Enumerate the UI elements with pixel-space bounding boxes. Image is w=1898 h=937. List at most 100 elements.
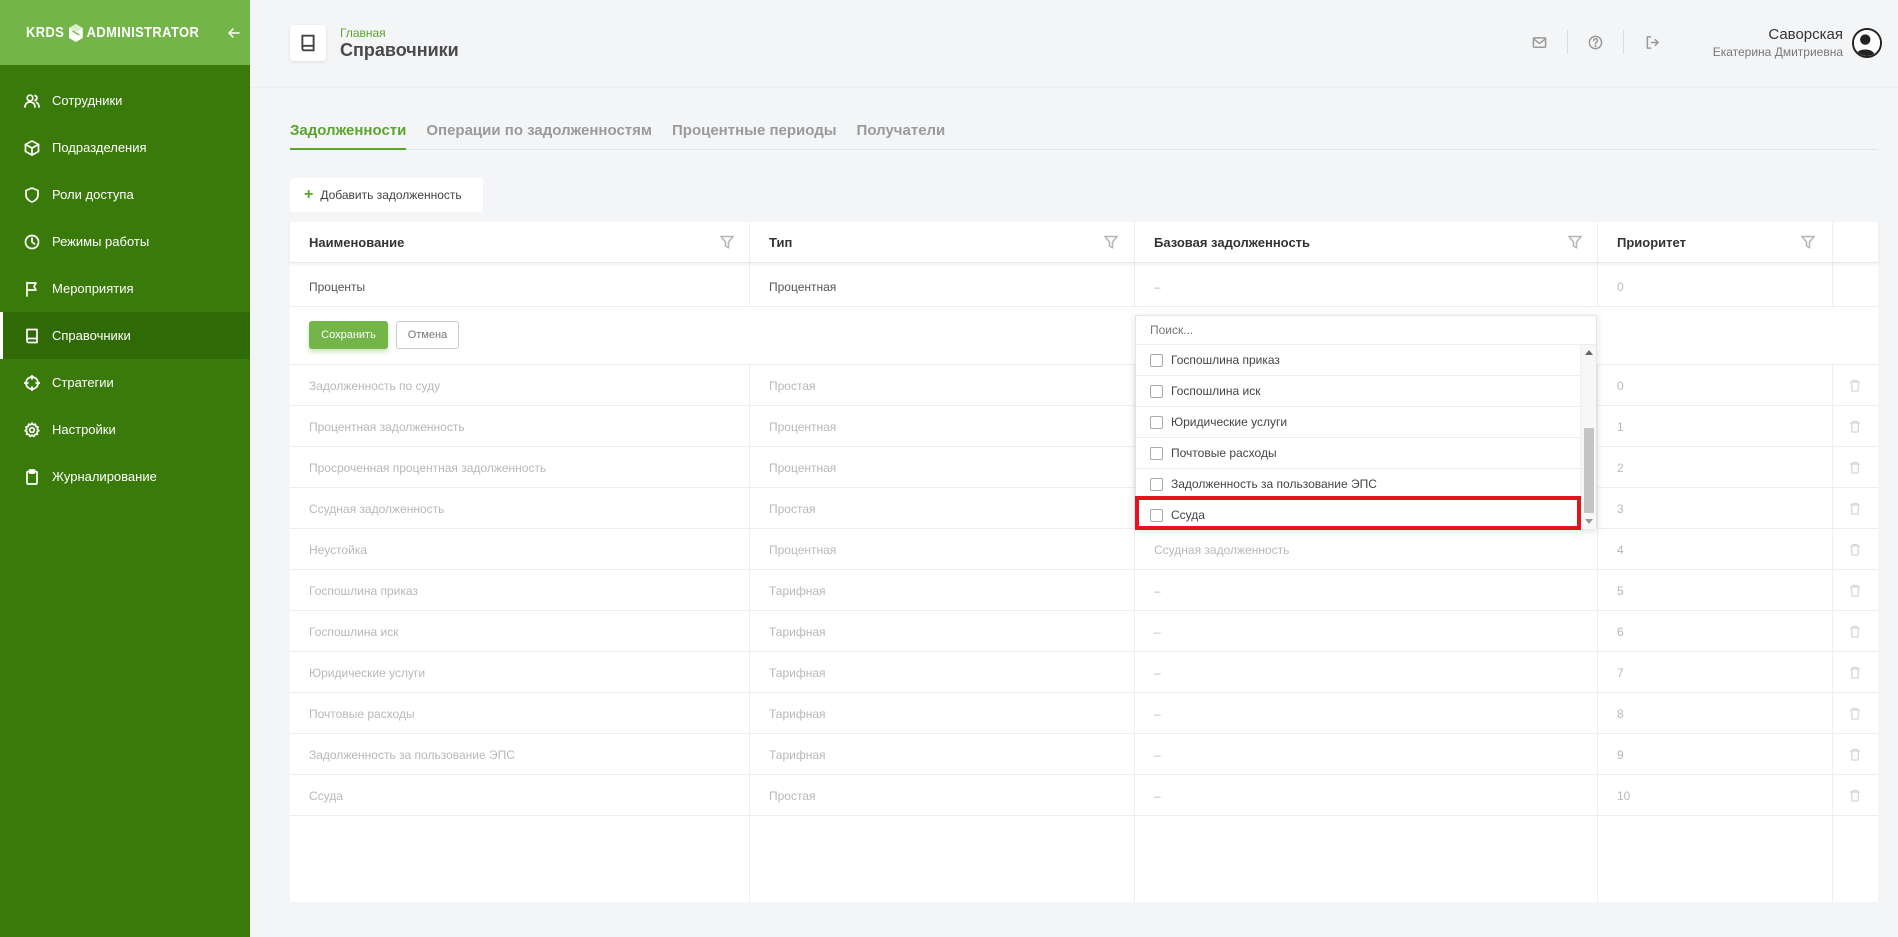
- filter-icon[interactable]: [1800, 235, 1816, 249]
- avatar[interactable]: [1852, 28, 1882, 58]
- user-last-name: Саворская: [1768, 26, 1843, 43]
- scroll-thumb[interactable]: [1584, 428, 1594, 513]
- cell-type: Процентная: [769, 419, 837, 434]
- box-icon: [24, 139, 40, 156]
- table-row[interactable]: Ссуда Простая – 10: [290, 775, 1878, 816]
- dropdown-option[interactable]: Юридические услуги: [1136, 407, 1580, 438]
- sidebar-item-work-modes[interactable]: Режимы работы: [0, 218, 250, 265]
- column-header-base-debt: Базовая задолженность: [1154, 235, 1311, 250]
- tab-debts[interactable]: Задолженности: [290, 118, 407, 150]
- table-row[interactable]: Почтовые расходы Тарифная – 8: [290, 693, 1878, 734]
- sidebar-item-directories[interactable]: Справочники: [0, 312, 250, 359]
- dropdown-option[interactable]: Задолженность за пользование ЭПС: [1136, 469, 1580, 500]
- dropdown-option[interactable]: Почтовые расходы: [1136, 438, 1580, 469]
- help-button[interactable]: [1568, 30, 1624, 54]
- sidebar-item-access-roles[interactable]: Роли доступа: [0, 171, 250, 218]
- cell-priority: 6: [1617, 624, 1624, 639]
- delete-icon[interactable]: [1849, 748, 1861, 761]
- delete-icon[interactable]: [1849, 584, 1861, 597]
- delete-icon[interactable]: [1849, 707, 1861, 720]
- checkbox[interactable]: [1150, 353, 1163, 367]
- sidebar-item-label: Роли доступа: [52, 187, 134, 202]
- dropdown-option[interactable]: Госпошлина иск: [1136, 376, 1580, 407]
- logo-bar: KRDS ADMINISTRATOR: [0, 0, 250, 65]
- tab-recipients[interactable]: Получатели: [857, 118, 946, 150]
- sidebar-item-departments[interactable]: Подразделения: [0, 124, 250, 171]
- cell-type: Тарифная: [769, 665, 826, 680]
- cell-type: Тарифная: [769, 706, 826, 721]
- delete-icon[interactable]: [1849, 625, 1861, 638]
- cell-type: Простая: [769, 501, 816, 516]
- checkbox[interactable]: [1150, 415, 1163, 429]
- dropdown-scrollbar[interactable]: [1580, 345, 1596, 529]
- delete-icon[interactable]: [1849, 502, 1861, 515]
- add-debt-button[interactable]: + Добавить задолженность: [290, 178, 483, 212]
- dropdown-search-input[interactable]: [1136, 316, 1596, 345]
- cell-name: Задолженность за пользование ЭПС: [309, 747, 515, 762]
- table-row[interactable]: Процентная задолженность Процентная 1: [290, 406, 1878, 447]
- cancel-button[interactable]: Отмена: [396, 321, 459, 349]
- sidebar: KRDS ADMINISTRATOR Сотрудники Подразделе…: [0, 0, 250, 937]
- user-first-names: Екатерина Дмитриевна: [1712, 45, 1843, 59]
- delete-icon[interactable]: [1849, 461, 1861, 474]
- sidebar-item-settings[interactable]: Настройки: [0, 406, 250, 453]
- delete-icon[interactable]: [1849, 789, 1861, 802]
- dropdown-option[interactable]: Госпошлина приказ: [1136, 345, 1580, 376]
- logo-cube-icon: [68, 23, 83, 42]
- header: Главная Справочники Саворская Екатерина …: [250, 0, 1898, 88]
- save-button[interactable]: Сохранить: [309, 321, 388, 349]
- logout-button[interactable]: [1624, 30, 1680, 54]
- scroll-up-icon[interactable]: [1585, 350, 1593, 355]
- messages-button[interactable]: [1512, 30, 1568, 54]
- sidebar-item-label: Режимы работы: [52, 234, 150, 249]
- filter-icon[interactable]: [719, 235, 735, 249]
- book-icon: [24, 328, 40, 344]
- cell-name[interactable]: Проценты: [290, 266, 365, 307]
- filter-icon[interactable]: [1567, 235, 1583, 249]
- checkbox[interactable]: [1150, 446, 1163, 460]
- table-row[interactable]: Просроченная процентная задолженность Пр…: [290, 447, 1878, 488]
- table-row[interactable]: Юридические услуги Тарифная – 7: [290, 652, 1878, 693]
- tab-debt-operations[interactable]: Операции по задолженностям: [426, 118, 652, 150]
- shield-icon: [24, 186, 40, 203]
- cell-base-debt[interactable]: –: [1135, 266, 1161, 307]
- logo[interactable]: KRDS ADMINISTRATOR: [26, 23, 199, 43]
- user-info[interactable]: Саворская Екатерина Дмитриевна: [1713, 26, 1843, 59]
- dropdown-option-ssuda[interactable]: Ссуда: [1136, 500, 1580, 529]
- mail-icon: [1532, 36, 1547, 48]
- table-row[interactable]: Задолженность за пользование ЭПС Тарифна…: [290, 734, 1878, 775]
- cell-name: Ссудная задолженность: [309, 501, 445, 516]
- delete-icon[interactable]: [1849, 379, 1861, 392]
- delete-icon[interactable]: [1849, 543, 1861, 556]
- checkbox[interactable]: [1150, 508, 1163, 522]
- sidebar-item-label: Справочники: [52, 328, 131, 343]
- cell-name: Процентная задолженность: [309, 419, 465, 434]
- cell-priority: 9: [1617, 747, 1624, 762]
- cell-priority[interactable]: 0: [1598, 266, 1624, 307]
- breadcrumb[interactable]: Главная: [340, 26, 386, 40]
- collapse-sidebar-button[interactable]: [227, 24, 241, 42]
- page-title: Справочники: [340, 40, 459, 60]
- checkbox[interactable]: [1150, 384, 1163, 398]
- checkbox[interactable]: [1150, 477, 1163, 491]
- cell-type[interactable]: Процентная: [750, 266, 836, 307]
- table-row[interactable]: Госпошлина иск Тарифная – 6: [290, 611, 1878, 652]
- table-row[interactable]: Неустойка Процентная Ссудная задолженнос…: [290, 529, 1878, 570]
- base-debt-dropdown: Госпошлина приказ Госпошлина иск Юридиче…: [1135, 315, 1597, 529]
- sidebar-item-employees[interactable]: Сотрудники: [0, 77, 250, 124]
- sidebar-item-logging[interactable]: Журналирование: [0, 453, 250, 500]
- table-row[interactable]: Ссудная задолженность Простая 3: [290, 488, 1878, 529]
- filter-icon[interactable]: [1103, 235, 1119, 249]
- cell-priority: 2: [1617, 460, 1624, 475]
- table-row[interactable]: Госпошлина приказ Тарифная – 5: [290, 570, 1878, 611]
- column-header-type: Тип: [769, 235, 793, 250]
- scroll-down-icon[interactable]: [1585, 519, 1593, 524]
- sidebar-item-events[interactable]: Мероприятия: [0, 265, 250, 312]
- table-row[interactable]: Задолженность по суду Простая 0: [290, 365, 1878, 406]
- delete-icon[interactable]: [1849, 666, 1861, 679]
- cell-name: Задолженность по суду: [309, 378, 441, 393]
- sidebar-item-strategies[interactable]: Стратегии: [0, 359, 250, 406]
- delete-icon[interactable]: [1849, 420, 1861, 433]
- debts-table: Наименование Тип Базовая задолженность П…: [290, 222, 1878, 902]
- tab-interest-periods[interactable]: Процентные периоды: [672, 118, 837, 150]
